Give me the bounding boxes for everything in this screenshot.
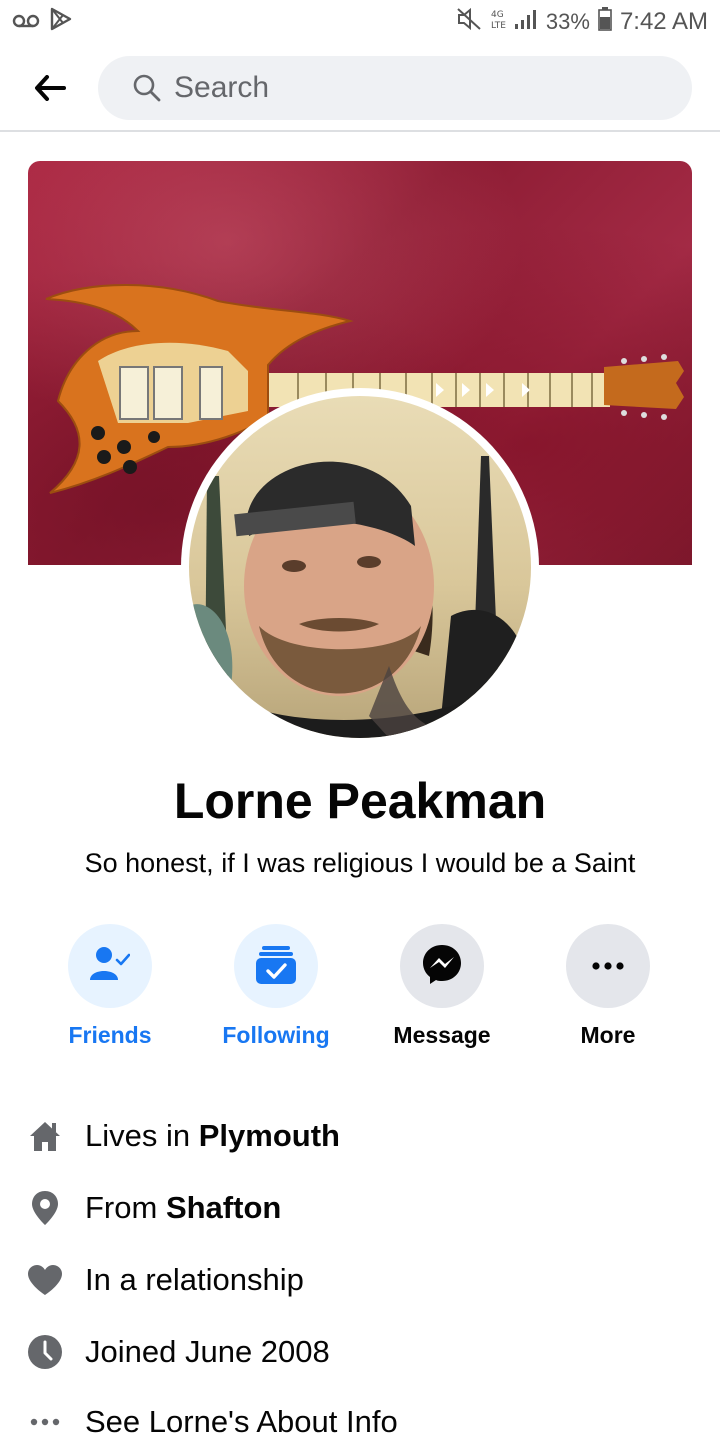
message-label: Message: [393, 1022, 491, 1048]
back-button[interactable]: [28, 68, 72, 112]
more-button-circle[interactable]: [566, 924, 650, 1008]
more-button[interactable]: More: [525, 924, 691, 1049]
friends-label: Friends: [68, 1022, 152, 1048]
svg-text:4G: 4G: [491, 10, 504, 20]
search-bar[interactable]: [98, 56, 692, 120]
intro-relationship-text: In a relationship: [85, 1262, 304, 1297]
home-icon: [26, 1117, 64, 1155]
back-arrow-icon: [34, 74, 66, 106]
following-label: Following: [222, 1022, 330, 1048]
intro-row-joined: Joined June 2008: [0, 1322, 720, 1382]
status-bar: 4G LTE 33% 7:42 AM: [0, 0, 720, 44]
svg-text:LTE: LTE: [491, 21, 506, 31]
intro-row-from: From Shafton: [0, 1178, 720, 1238]
intro-from-text: From Shafton: [85, 1190, 281, 1226]
see-about-info-link[interactable]: See Lorne's About Info: [85, 1404, 398, 1440]
intro-joined-text: Joined June 2008: [85, 1334, 330, 1369]
mute-icon: [456, 7, 482, 38]
voicemail-icon: [12, 8, 40, 36]
message-button[interactable]: Message: [359, 924, 525, 1049]
signal-icon: [514, 8, 538, 37]
more-icon: [592, 957, 624, 975]
network-4g-icon: 4G LTE: [490, 7, 506, 38]
intro-from-prefix: From: [85, 1190, 166, 1225]
friends-button-circle[interactable]: [68, 924, 152, 1008]
profile-name: Lorne Peakman: [173, 773, 547, 829]
search-header: [0, 52, 720, 132]
profile-bio: So honest, if I was religious I would be…: [84, 848, 636, 878]
intro-lives-in-value[interactable]: Plymouth: [199, 1118, 340, 1153]
location-pin-icon: [26, 1189, 64, 1227]
intro-row-see-about[interactable]: See Lorne's About Info: [0, 1392, 720, 1440]
following-button-circle[interactable]: [234, 924, 318, 1008]
battery-icon: [598, 6, 612, 38]
avatar-portrait-image: [189, 456, 531, 738]
friends-icon: [90, 946, 131, 987]
profile-avatar[interactable]: [181, 388, 539, 746]
play-store-icon: [50, 7, 72, 38]
intro-lives-in-text: Lives in Plymouth: [85, 1118, 340, 1154]
battery-percent: 33%: [545, 9, 590, 34]
message-button-circle[interactable]: [400, 924, 484, 1008]
messenger-icon: [421, 943, 463, 990]
profile-actions: Friends Following Message More: [0, 924, 720, 1054]
following-button[interactable]: Following: [193, 924, 359, 1049]
search-input[interactable]: [174, 71, 574, 105]
avatar-photo: [189, 396, 531, 738]
intro-lives-in-prefix: Lives in: [85, 1118, 199, 1153]
following-icon: [255, 943, 297, 990]
more-label: More: [580, 1022, 636, 1048]
friends-button[interactable]: Friends: [27, 924, 193, 1049]
ellipsis-icon: [26, 1403, 64, 1440]
clock-icon: [26, 1333, 64, 1371]
search-icon: [132, 73, 162, 103]
intro-row-relationship: In a relationship: [0, 1250, 720, 1310]
status-right: 4G LTE 33% 7:42 AM: [456, 6, 708, 38]
intro-row-lives-in: Lives in Plymouth: [0, 1106, 720, 1166]
status-time: 7:42 AM: [619, 8, 708, 35]
status-left: [12, 7, 72, 38]
intro-from-value[interactable]: Shafton: [166, 1190, 281, 1225]
heart-icon: [26, 1261, 64, 1299]
